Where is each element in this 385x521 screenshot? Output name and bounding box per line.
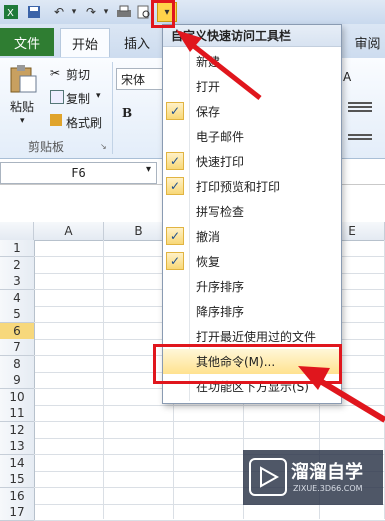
watermark-logo-icon <box>249 458 287 496</box>
watermark: 溜溜自学 ZIXUE.3D66.COM <box>243 450 383 505</box>
watermark-brand: 溜溜自学 <box>291 462 363 483</box>
red-arrows <box>176 30 385 423</box>
arrow-top-shaft <box>184 38 262 100</box>
arrow-bottom-shaft <box>310 373 385 423</box>
watermark-url: ZIXUE.3D66.COM <box>293 484 363 493</box>
